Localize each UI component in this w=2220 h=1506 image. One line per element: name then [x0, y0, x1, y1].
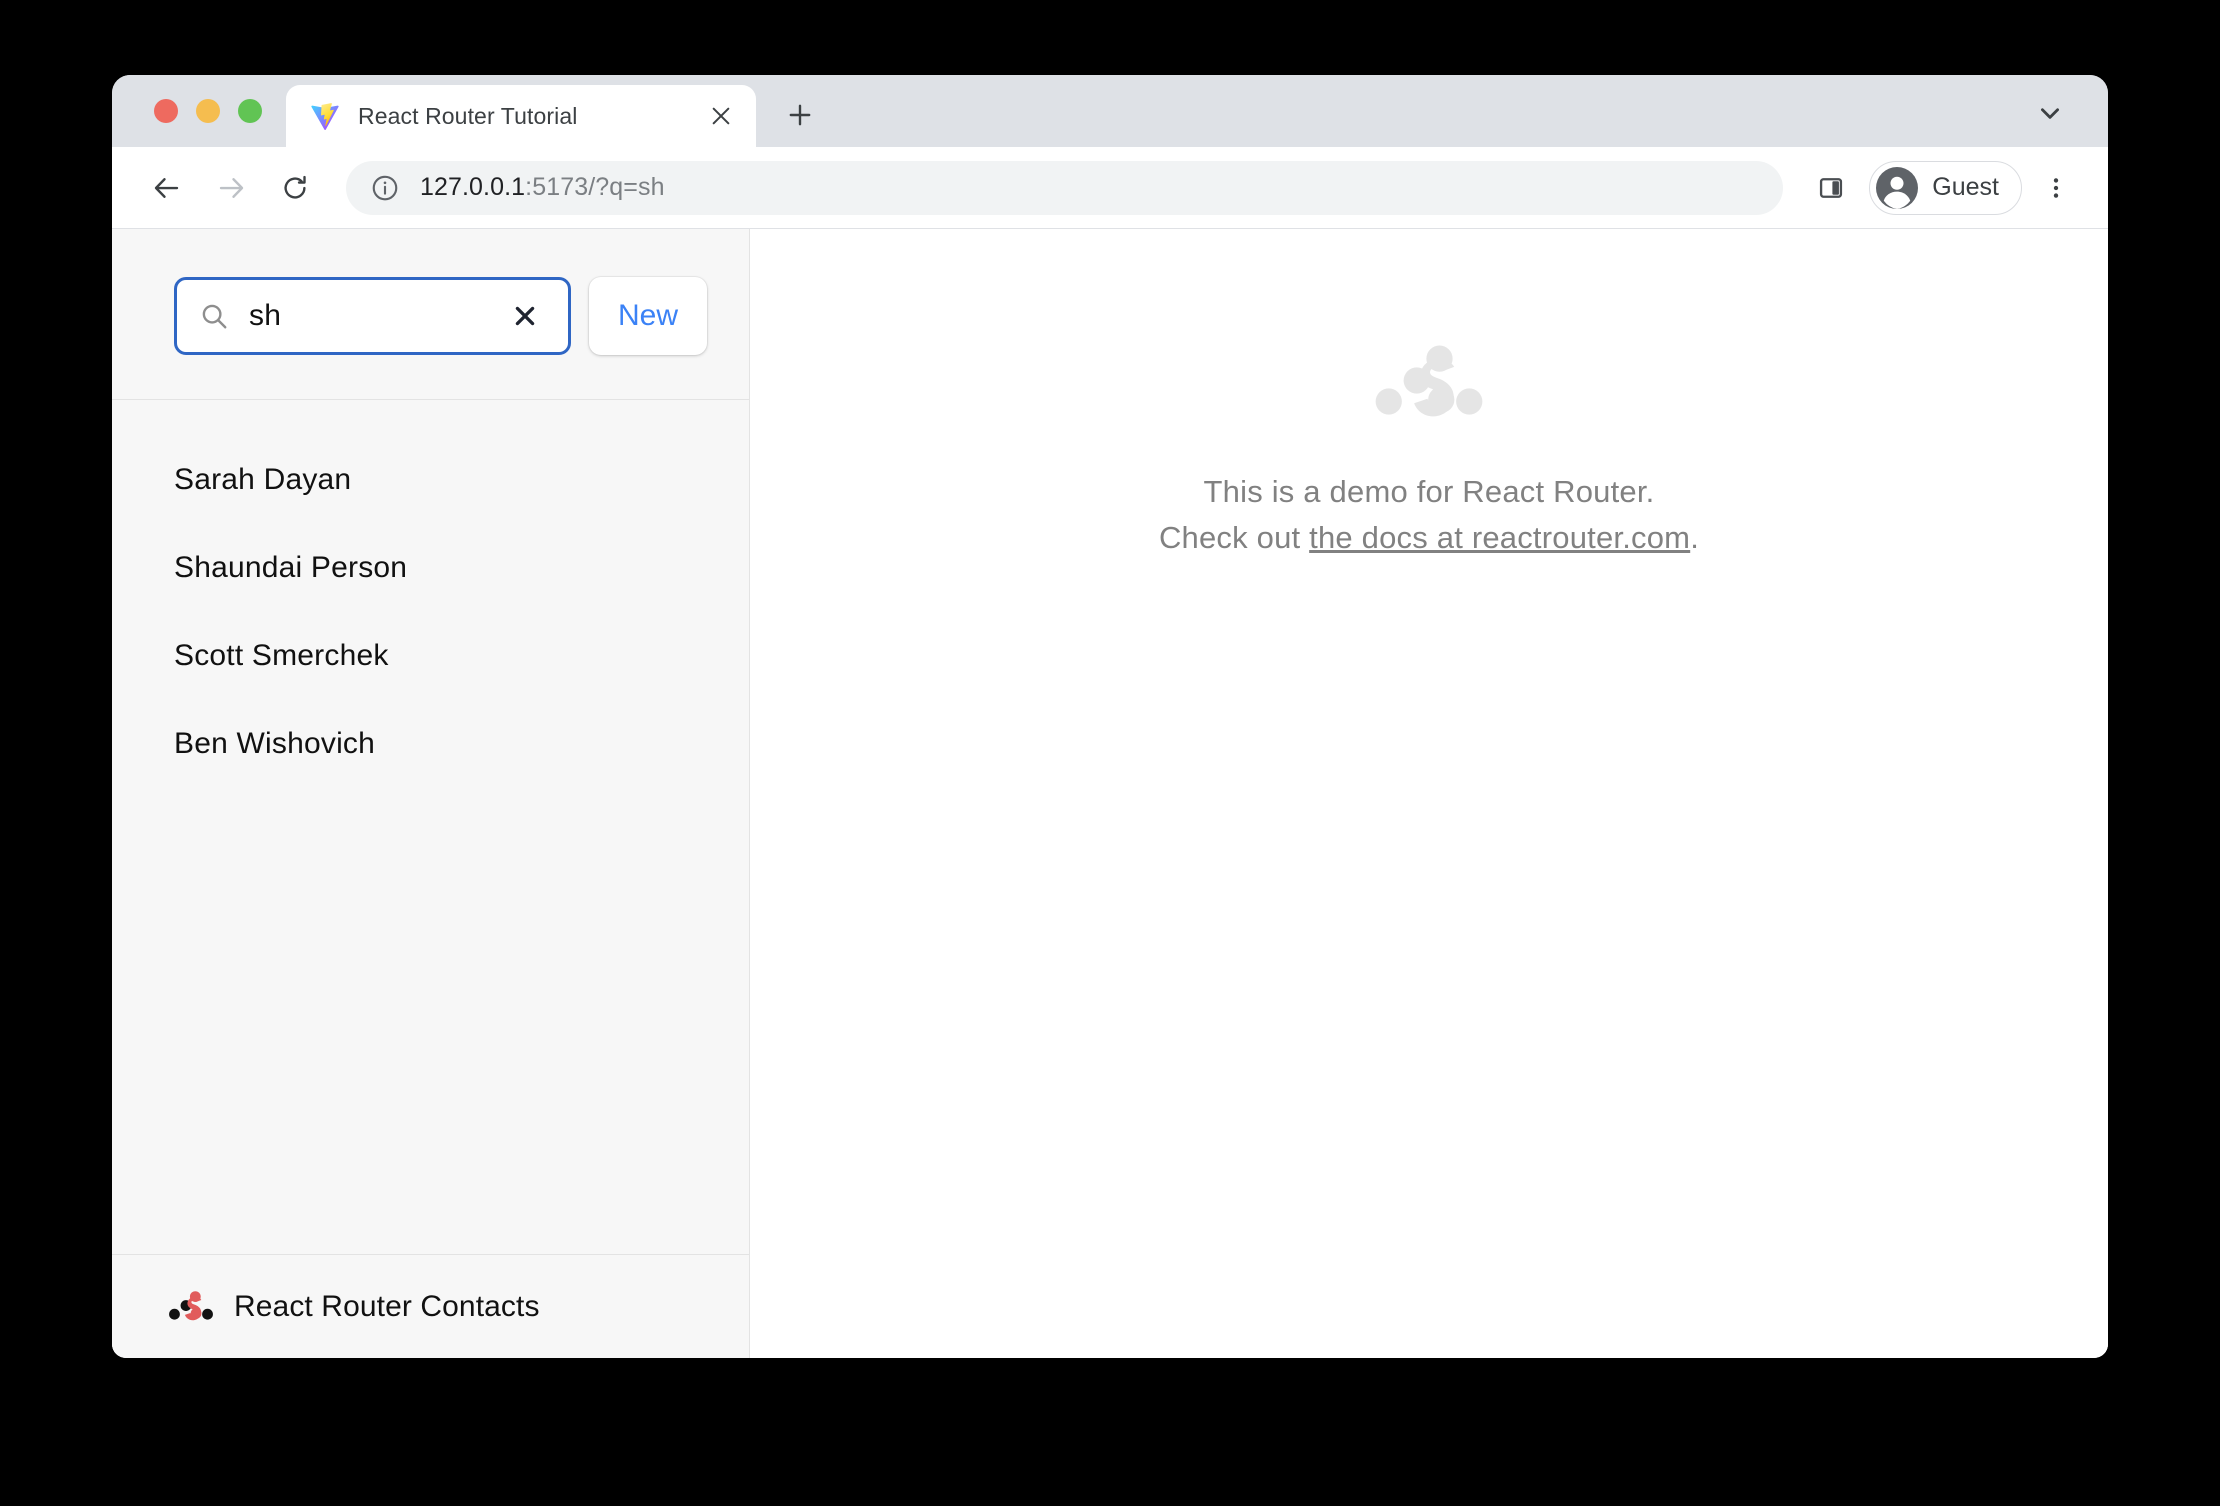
- browser-toolbar: 127.0.0.1:5173/?q=sh Guest: [112, 147, 2108, 229]
- contact-link[interactable]: Sarah Dayan: [174, 463, 351, 497]
- demo-description-line-1: This is a demo for React Router.: [1203, 474, 1655, 509]
- browser-tab[interactable]: React Router Tutorial: [286, 85, 756, 147]
- profile-label: Guest: [1932, 173, 1999, 201]
- react-router-logo-icon: [169, 1290, 213, 1320]
- window-controls: [112, 99, 262, 147]
- contact-list: Sarah Dayan Shaundai Person Scott Smerch…: [112, 400, 749, 1254]
- sidebar: sh New Sarah Dayan Shaundai Person Scott…: [112, 229, 750, 1358]
- close-window-button[interactable]: [154, 99, 178, 123]
- search-input[interactable]: sh: [174, 277, 571, 355]
- app-title: React Router Contacts: [234, 1289, 540, 1323]
- info-circle-icon[interactable]: [370, 173, 400, 203]
- maximize-window-button[interactable]: [238, 99, 262, 123]
- sidebar-footer: React Router Contacts: [112, 1254, 749, 1358]
- new-contact-button[interactable]: New: [589, 277, 707, 355]
- contact-link[interactable]: Scott Smerchek: [174, 639, 389, 673]
- browser-window: React Router Tutorial 127.0.0.1:5173/?q=…: [112, 75, 2108, 1358]
- docs-prefix: Check out: [1158, 519, 1310, 555]
- address-bar[interactable]: 127.0.0.1:5173/?q=sh: [346, 160, 1784, 215]
- tab-strip: React Router Tutorial: [112, 75, 2108, 147]
- search-icon: [202, 304, 227, 329]
- kebab-menu-icon[interactable]: [2030, 162, 2082, 214]
- tab-title: React Router Tutorial: [358, 102, 578, 129]
- list-item[interactable]: Shaundai Person: [112, 524, 749, 612]
- sidebar-header: sh New: [112, 229, 749, 400]
- react-router-logo-icon: [1375, 345, 1483, 417]
- account-circle-icon: [1876, 166, 1919, 209]
- docs-link[interactable]: the docs at reactrouter.com: [1309, 520, 1690, 555]
- reload-icon[interactable]: [266, 159, 324, 217]
- profile-button[interactable]: Guest: [1869, 160, 2022, 215]
- arrow-left-icon[interactable]: [138, 159, 196, 217]
- list-item[interactable]: Sarah Dayan: [112, 436, 749, 524]
- docs-suffix: .: [1690, 519, 1700, 555]
- page-content: sh New Sarah Dayan Shaundai Person Scott…: [112, 229, 2108, 1358]
- url-path: :5173/?q=sh: [525, 173, 665, 201]
- search-input-value: sh: [249, 299, 282, 332]
- chevron-down-icon[interactable]: [2022, 85, 2078, 141]
- arrow-right-icon[interactable]: [202, 159, 260, 217]
- side-panel-icon[interactable]: [1805, 162, 1857, 214]
- main-content: This is a demo for React Router. Check o…: [750, 229, 2108, 1358]
- contact-link[interactable]: Shaundai Person: [174, 551, 407, 585]
- list-item[interactable]: Ben Wishovich: [112, 700, 749, 788]
- minimize-window-button[interactable]: [196, 99, 220, 123]
- screen: React Router Tutorial 127.0.0.1:5173/?q=…: [0, 0, 2220, 1506]
- list-item[interactable]: Scott Smerchek: [112, 612, 749, 700]
- plus-icon[interactable]: [772, 87, 828, 143]
- address-bar-url: 127.0.0.1:5173/?q=sh: [420, 173, 665, 202]
- contact-link[interactable]: Ben Wishovich: [174, 727, 375, 761]
- close-icon[interactable]: [698, 93, 744, 139]
- url-host: 127.0.0.1: [420, 173, 526, 201]
- clear-search-button[interactable]: [506, 297, 544, 335]
- vite-logo-icon: [311, 103, 339, 130]
- demo-description-line-2: Check out the docs at reactrouter.com.: [1159, 515, 1699, 561]
